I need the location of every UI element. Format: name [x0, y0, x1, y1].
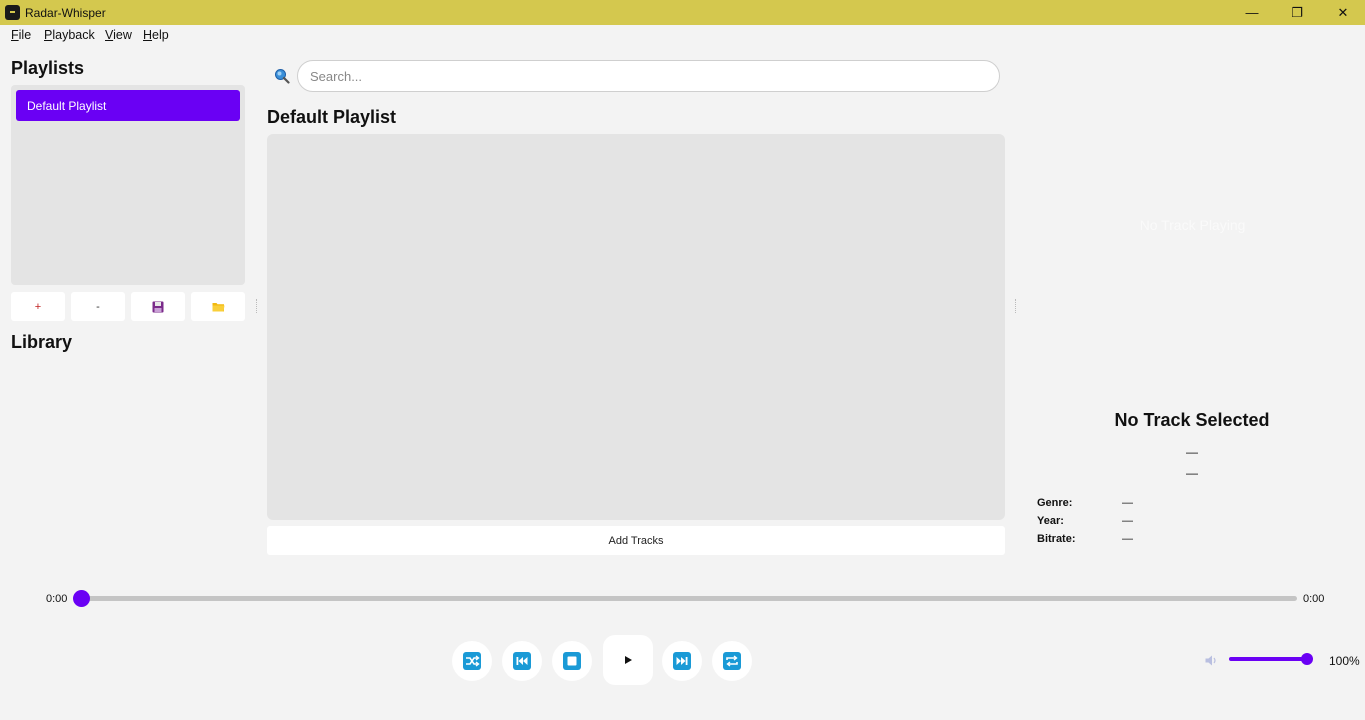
shuffle-button[interactable]: [452, 641, 492, 681]
save-playlist-button[interactable]: [131, 292, 185, 321]
play-icon: [625, 656, 632, 664]
volume-icon[interactable]: [1205, 655, 1218, 666]
playlist-item-default[interactable]: Default Playlist: [16, 90, 240, 121]
year-value: —: [1122, 515, 1133, 527]
previous-icon: [513, 652, 531, 670]
year-label: Year:: [1037, 515, 1064, 527]
seek-bar[interactable]: [82, 596, 1297, 601]
add-playlist-button[interactable]: +: [11, 292, 65, 321]
menu-bar: File Playback View Help: [0, 25, 1365, 45]
open-playlist-button[interactable]: [191, 292, 245, 321]
track-title: No Track Selected: [1114, 410, 1270, 430]
repeat-button[interactable]: [712, 641, 752, 681]
left-splitter[interactable]: [256, 299, 258, 313]
add-tracks-button[interactable]: Add Tracks: [267, 526, 1005, 555]
stop-button[interactable]: [552, 641, 592, 681]
now-playing-status: No Track Playing: [1139, 217, 1246, 233]
total-time: 0:00: [1303, 593, 1325, 605]
repeat-icon: [723, 652, 741, 670]
volume-slider[interactable]: [1229, 657, 1307, 661]
remove-playlist-button[interactable]: -: [71, 292, 125, 321]
bitrate-value: —: [1122, 533, 1133, 545]
genre-label: Genre:: [1037, 497, 1073, 509]
current-time: 0:00: [46, 593, 68, 605]
folder-icon: [212, 303, 224, 312]
bitrate-label: Bitrate:: [1037, 533, 1076, 545]
title-bar: Radar-Whisper — ❐ ✕: [0, 0, 1365, 25]
track-artist: —: [1186, 445, 1198, 459]
stop-icon: [563, 652, 581, 670]
restore-button[interactable]: ❐: [1274, 0, 1320, 25]
shuffle-icon: [463, 652, 481, 670]
menu-file[interactable]: File: [11, 28, 31, 42]
play-button[interactable]: [603, 635, 653, 685]
next-button[interactable]: [662, 641, 702, 681]
volume-handle[interactable]: [1301, 653, 1313, 665]
previous-button[interactable]: [502, 641, 542, 681]
right-splitter[interactable]: [1015, 299, 1017, 313]
playlist-title: Default Playlist: [267, 107, 397, 127]
next-icon: [673, 652, 691, 670]
save-icon: [152, 301, 164, 312]
search-icon: [275, 69, 290, 84]
app-icon: [5, 5, 20, 20]
track-album: —: [1186, 466, 1198, 480]
close-button[interactable]: ✕: [1320, 0, 1365, 25]
genre-value: —: [1122, 497, 1133, 509]
menu-help[interactable]: Help: [143, 28, 169, 42]
library-heading: Library: [11, 332, 73, 352]
menu-view[interactable]: View: [105, 28, 132, 42]
menu-playback[interactable]: Playback: [44, 28, 95, 42]
track-list[interactable]: [267, 134, 1005, 520]
window-title: Radar-Whisper: [25, 6, 106, 20]
seek-handle[interactable]: [73, 590, 90, 607]
playlist-list[interactable]: Default Playlist: [11, 85, 245, 285]
volume-percent: 100%: [1329, 654, 1360, 668]
search-input[interactable]: [297, 60, 1000, 92]
playlists-heading: Playlists: [11, 58, 85, 78]
minimize-button[interactable]: —: [1229, 0, 1275, 25]
